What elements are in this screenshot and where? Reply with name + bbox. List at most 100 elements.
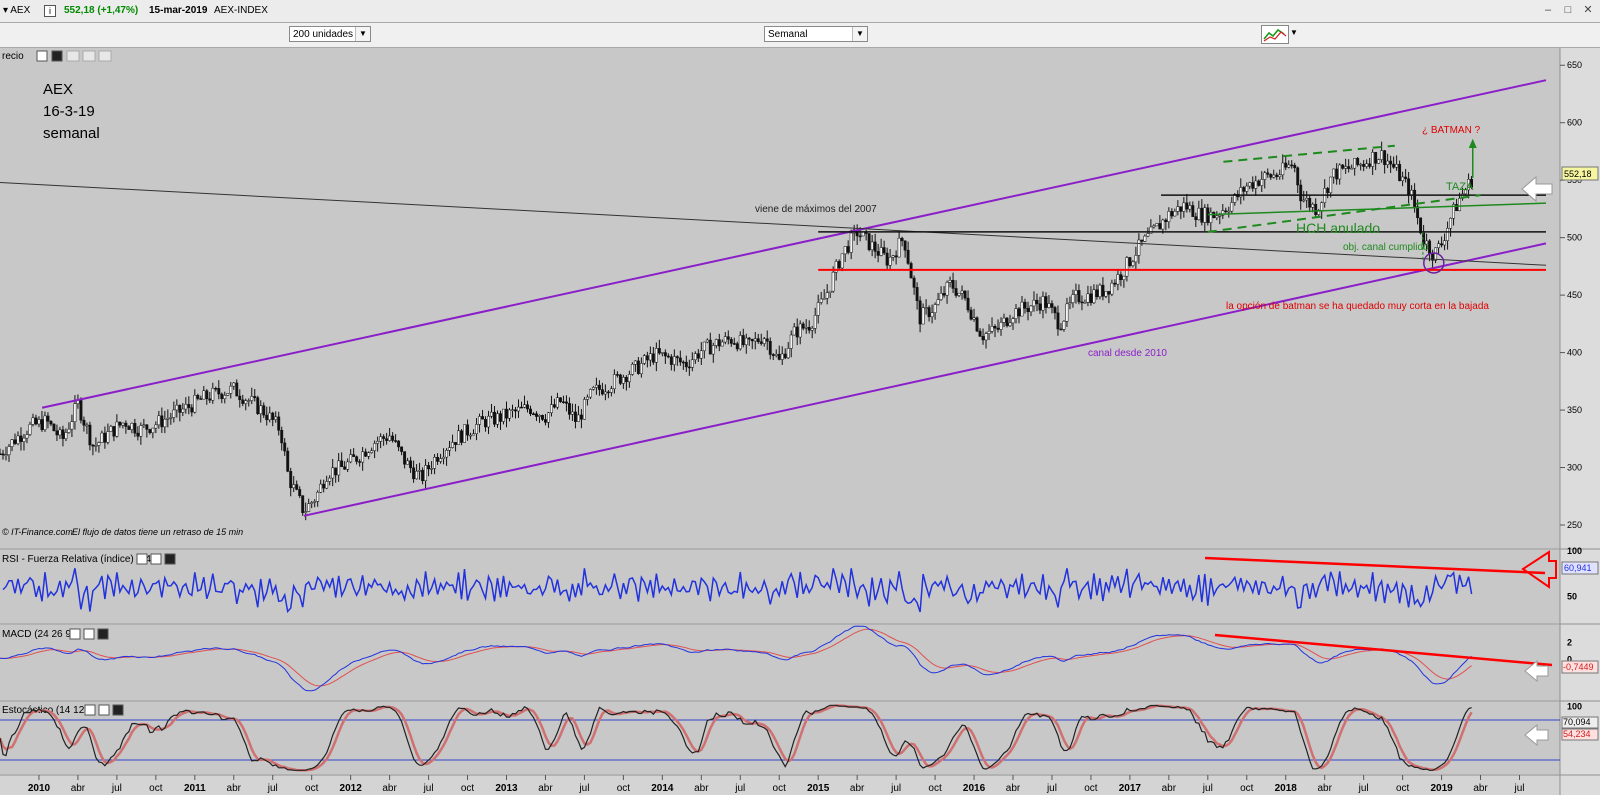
candle-body <box>382 436 386 439</box>
candle-body <box>1068 302 1072 305</box>
candle-body <box>1380 150 1384 160</box>
candle-body <box>1083 302 1087 304</box>
candle-body <box>708 339 712 355</box>
wrench-icon[interactable] <box>36 50 48 62</box>
charting-app: ▾ AEX i 552,18 (+1,47%) 15-mar-2019 AEX-… <box>0 0 1600 795</box>
candle-body <box>472 433 475 436</box>
x-tick-label: oct <box>461 783 475 794</box>
candle-body <box>894 255 898 258</box>
candle-body <box>1131 261 1135 266</box>
period-select[interactable]: Semanal ▼ <box>764 26 868 42</box>
chart-type-dropdown-icon[interactable]: ▼ <box>1290 28 1298 37</box>
candle-body <box>1185 202 1189 210</box>
candle-body <box>46 415 50 422</box>
wrench-icon[interactable] <box>136 553 148 565</box>
candle-body <box>4 454 8 457</box>
close-panel-icon[interactable] <box>112 704 124 716</box>
candle-body <box>957 292 961 296</box>
candle-body <box>454 442 458 445</box>
last-price: 552,18 (+1,47%) <box>64 5 139 16</box>
close-panel-icon[interactable] <box>97 628 109 640</box>
period-select-value: Semanal <box>768 29 808 40</box>
candle-body <box>172 409 176 418</box>
candle-body <box>265 414 269 421</box>
candle-body <box>424 465 428 481</box>
candle-body <box>94 445 98 447</box>
candle-body <box>570 411 574 415</box>
rsi-tick-label: 50 <box>1567 592 1577 602</box>
candle-body <box>442 456 446 459</box>
price-panel-label: recio <box>2 51 24 62</box>
candle-body <box>517 406 520 412</box>
wrench-icon[interactable] <box>69 628 81 640</box>
candle-body <box>235 382 239 397</box>
panel-settings-icon[interactable] <box>98 50 112 62</box>
candle-body <box>28 424 32 435</box>
candle-body <box>744 337 748 346</box>
candle-body <box>208 398 212 401</box>
maximize-icon[interactable]: □ <box>1560 3 1576 18</box>
wrench-icon[interactable] <box>84 704 96 716</box>
candle-body <box>1155 223 1159 227</box>
candle-body <box>831 271 835 292</box>
candle-body <box>765 338 769 342</box>
candle-body <box>648 353 652 361</box>
candle-body <box>996 327 1000 330</box>
maximize-panel-icon[interactable] <box>150 553 162 565</box>
candle-body <box>1341 164 1345 169</box>
candle-body <box>1359 163 1363 166</box>
candle-body <box>412 467 416 480</box>
candle-body <box>1032 299 1036 307</box>
annotation-batman: ¿ BATMAN ? <box>1422 125 1481 136</box>
x-tick-label: oct <box>1084 783 1098 794</box>
candle-body <box>364 451 368 457</box>
x-tick-label: abr <box>694 783 709 794</box>
chart-type-icon[interactable] <box>1261 25 1289 44</box>
candle-body <box>541 415 544 420</box>
maximize-panel-icon[interactable] <box>98 704 110 716</box>
candle-body <box>1134 255 1138 263</box>
candle-body <box>807 326 811 331</box>
candle-body <box>1338 164 1342 180</box>
move-up-icon[interactable] <box>66 50 80 62</box>
close-panel-icon[interactable] <box>164 553 176 565</box>
candle-body <box>858 235 862 238</box>
candle-body <box>924 307 928 309</box>
candle-body <box>0 453 2 455</box>
candle-body <box>499 413 502 422</box>
candle-body <box>1305 197 1309 201</box>
candle-body <box>906 249 910 264</box>
close-icon[interactable]: ✕ <box>1580 3 1596 18</box>
maximize-panel-icon[interactable] <box>83 628 95 640</box>
candle-body <box>157 415 161 426</box>
candle-body <box>283 442 287 452</box>
x-tick-label: oct <box>928 783 942 794</box>
candle-body <box>199 398 203 400</box>
candle-body <box>1194 216 1198 221</box>
info-icon[interactable]: i <box>44 5 56 17</box>
candle-body <box>16 435 20 444</box>
candle-body <box>1335 168 1339 180</box>
symbol-dropdown[interactable]: ▾ AEX <box>3 5 30 16</box>
candle-body <box>606 391 610 394</box>
candle-body <box>1188 205 1192 210</box>
candle-body <box>624 376 628 383</box>
candle-body <box>573 411 577 422</box>
units-select[interactable]: 200 unidades ▼ <box>289 26 371 42</box>
annotation-taza: TAZA <box>1446 181 1474 193</box>
close-panel-icon[interactable] <box>51 50 63 62</box>
candle-body <box>1176 206 1180 212</box>
move-down-icon[interactable] <box>82 50 96 62</box>
symbol-label: AEX <box>10 5 31 16</box>
macd-value-badge: -0,7449 <box>1561 660 1599 674</box>
candle-body <box>1302 199 1306 202</box>
candle-body <box>313 501 317 503</box>
minimize-icon[interactable]: – <box>1540 3 1556 18</box>
candle-body <box>514 409 517 412</box>
candle-body <box>672 356 676 365</box>
candle-body <box>1062 320 1066 330</box>
candle-body <box>352 454 356 457</box>
candle-body <box>295 484 299 490</box>
candle-body <box>768 340 772 355</box>
candle-body <box>1356 158 1360 165</box>
